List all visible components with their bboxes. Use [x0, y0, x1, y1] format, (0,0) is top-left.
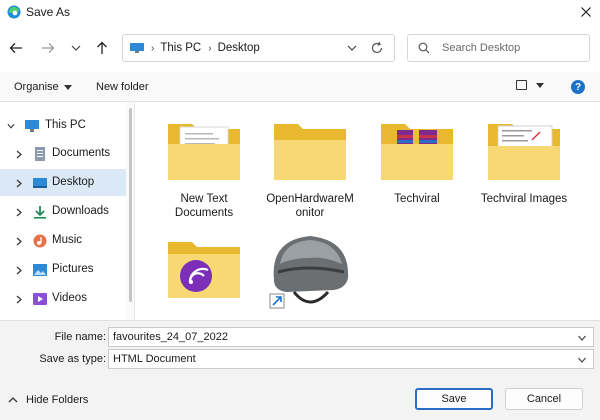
file-list: New Text Documents OpenHardwareM onitor … — [134, 102, 600, 320]
sidebar-item-music[interactable]: Music — [0, 227, 134, 254]
file-name: New Text Documents — [174, 193, 234, 219]
chevron-right-icon[interactable] — [15, 237, 23, 245]
chevron-down-icon[interactable] — [66, 38, 86, 58]
sidebar-item-this-pc[interactable]: This PC — [0, 112, 134, 139]
file-item[interactable]: OpenHardwareM onitor — [262, 118, 358, 220]
chevron-right-icon[interactable] — [15, 179, 23, 187]
new-folder-button[interactable]: New folder — [96, 81, 149, 93]
monitor-icon — [25, 120, 39, 132]
command-bar: Organise New folder — [0, 72, 600, 102]
document-icon — [35, 147, 45, 161]
chevron-down-icon[interactable] — [577, 355, 587, 365]
file-item[interactable]: Techviral — [369, 118, 465, 206]
file-name: OpenHardwareM onitor — [266, 193, 354, 219]
view-icon — [516, 80, 527, 90]
caret-down-icon — [536, 82, 544, 88]
sidebar-scrollbar-thumb[interactable] — [129, 108, 132, 302]
file-item[interactable] — [156, 236, 252, 310]
search-box[interactable] — [407, 34, 590, 62]
save-type-value: HTML Document — [113, 353, 196, 365]
navigation-pane: This PC Documents Desktop Downloads Musi… — [0, 102, 134, 320]
videos-icon — [33, 293, 47, 305]
desktop-icon — [33, 178, 47, 188]
file-name-label: File name: — [54, 331, 106, 343]
folder-icon — [274, 124, 346, 180]
folder-icon — [381, 124, 453, 180]
sidebar-item-videos[interactable]: Videos — [0, 285, 134, 312]
sidebar-item-downloads[interactable]: Downloads — [0, 198, 134, 225]
chevron-right-icon[interactable] — [15, 150, 23, 158]
chevron-up-icon — [8, 397, 18, 403]
chevron-right-icon[interactable] — [15, 295, 23, 303]
chevron-down-icon[interactable] — [346, 42, 358, 54]
sidebar-item-pictures[interactable]: Pictures — [0, 256, 134, 283]
file-name-input[interactable] — [109, 331, 569, 343]
sidebar-item-label: Pictures — [52, 263, 94, 275]
organise-label: Organise — [14, 81, 59, 93]
chevron-down-icon[interactable] — [577, 333, 587, 343]
sidebar-item-label: Downloads — [52, 205, 109, 217]
chevron-down-icon[interactable] — [7, 122, 15, 130]
arrow-up-icon[interactable] — [92, 38, 112, 58]
folder-icon — [168, 242, 240, 298]
sidebar-item-label: Documents — [52, 147, 111, 159]
address-bar[interactable]: › This PC › Desktop — [122, 34, 395, 62]
file-name: Techviral Images — [480, 193, 568, 205]
chevron-right-icon[interactable] — [15, 208, 23, 216]
breadcrumb-desktop[interactable]: Desktop — [218, 42, 260, 54]
help-icon[interactable]: ? — [571, 80, 585, 94]
view-options-button[interactable] — [516, 80, 544, 90]
sidebar-item-label: Desktop — [52, 176, 95, 188]
sidebar-item-label: Music — [52, 234, 83, 246]
arrow-right-icon[interactable] — [38, 38, 58, 58]
folder-icon — [168, 124, 240, 180]
file-item[interactable] — [262, 228, 358, 320]
file-name-field[interactable] — [108, 327, 594, 347]
chevron-right-icon[interactable] — [15, 266, 23, 274]
file-name: Techviral — [394, 193, 440, 205]
monitor-icon — [130, 43, 144, 53]
sidebar-item-desktop[interactable]: Desktop — [0, 169, 134, 196]
breadcrumb-this-pc[interactable]: This PC — [160, 42, 201, 54]
pictures-icon — [33, 264, 47, 276]
cancel-button[interactable]: Cancel — [505, 388, 583, 410]
chevron-right-icon: › — [151, 42, 155, 54]
edge-browser-icon — [7, 5, 21, 19]
caret-down-icon — [63, 84, 72, 90]
arrow-left-icon[interactable] — [6, 38, 26, 58]
file-item[interactable]: New Text Documents — [156, 118, 252, 220]
save-button[interactable]: Save — [415, 388, 493, 410]
save-type-select[interactable]: HTML Document — [108, 349, 594, 369]
save-type-label: Save as type: — [39, 353, 106, 365]
refresh-icon[interactable] — [370, 41, 384, 55]
window-title: Save As — [26, 5, 71, 19]
hide-folders-label: Hide Folders — [26, 394, 89, 406]
helmet-icon — [269, 236, 349, 309]
folder-icon — [488, 124, 560, 180]
title-bar: Save As — [0, 0, 600, 24]
music-icon — [33, 234, 47, 248]
close-icon[interactable] — [572, 0, 600, 24]
organise-menu[interactable]: Organise — [14, 81, 72, 93]
search-icon — [418, 42, 430, 54]
chevron-right-icon: › — [208, 42, 212, 54]
sidebar-item-label: This PC — [45, 119, 86, 131]
download-icon — [34, 206, 46, 219]
sidebar-item-documents[interactable]: Documents — [0, 140, 134, 167]
search-input[interactable] — [442, 42, 582, 54]
file-item[interactable]: Techviral Images — [476, 118, 572, 206]
sidebar-item-label: Videos — [52, 292, 87, 304]
hide-folders-button[interactable]: Hide Folders — [8, 394, 88, 406]
